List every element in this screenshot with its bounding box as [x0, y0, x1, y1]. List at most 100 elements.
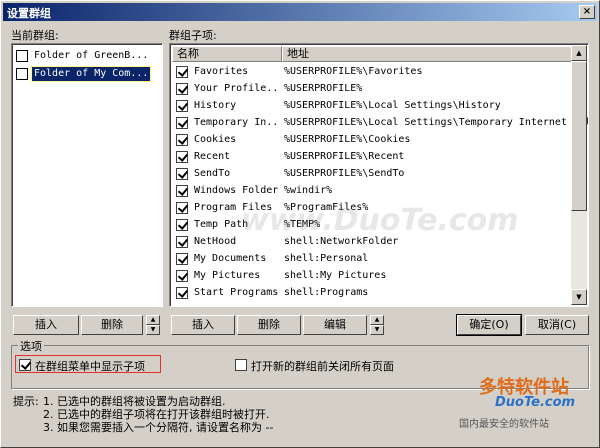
item-name: Windows Folder [194, 185, 278, 196]
tips-prefix: 提示: [13, 395, 39, 408]
subitem-delete-button[interactable]: 删除 [237, 315, 301, 335]
move-down-button[interactable]: ▼ [370, 325, 384, 335]
group-list[interactable]: Folder of GreenB... Folder of My Com... [11, 43, 163, 307]
group-subitems-label: 群组子项: [169, 29, 217, 42]
list-item[interactable]: Start Programs shell:Programs [172, 285, 572, 302]
group-order-spinner[interactable]: ▲ ▼ [146, 315, 160, 335]
window-title: 设置群组 [7, 7, 51, 20]
item-checkbox[interactable] [176, 100, 188, 112]
show-subitems-label: 在群组菜单中显示子项 [35, 360, 145, 373]
move-down-button[interactable]: ▼ [146, 325, 160, 335]
list-item[interactable]: Favorites %USERPROFILE%\Favorites [172, 64, 572, 81]
item-path: %windir% [284, 185, 333, 196]
item-checkbox[interactable] [176, 185, 188, 197]
scroll-thumb[interactable] [571, 61, 587, 211]
item-checkbox[interactable] [176, 219, 188, 231]
item-name: My Documents [194, 253, 267, 264]
triangle-up-icon: ▲ [576, 49, 582, 57]
list-item[interactable]: SendTo %USERPROFILE%\SendTo [172, 166, 572, 183]
title-bar: 设置群组 × [3, 3, 597, 21]
item-checkbox[interactable] [176, 236, 188, 248]
list-item[interactable]: History %USERPROFILE%\Local Settings\Hist… [172, 98, 572, 115]
watermark-logo: 多特软件站 DuoTe.com 国内最安全的软件站 [455, 373, 591, 433]
item-checkbox[interactable] [176, 270, 188, 282]
item-path: shell:Programs [284, 287, 369, 298]
triangle-up-icon: ▲ [374, 316, 380, 323]
scroll-down-button[interactable]: ▼ [571, 289, 587, 305]
list-item[interactable]: Temporary In... %USERPROFILE%\Local Setti… [172, 115, 588, 132]
list-item[interactable]: My Pictures shell:My Pictures [172, 268, 572, 285]
close-icon: × [582, 6, 592, 17]
item-name: SendTo [194, 168, 231, 179]
group-list-item-selected[interactable]: Folder of My Com... [16, 66, 156, 82]
group-delete-button[interactable]: 删除 [81, 315, 143, 335]
group-name: Folder of GreenB... [34, 50, 149, 61]
group-checkbox[interactable] [16, 50, 28, 62]
item-checkbox[interactable] [176, 168, 188, 180]
current-groups-label: 当前群组: [11, 29, 59, 42]
item-checkbox[interactable] [176, 151, 188, 163]
item-name: Recent [194, 151, 231, 162]
list-item[interactable]: Recent %USERPROFILE%\Recent [172, 149, 572, 166]
item-checkbox[interactable] [176, 287, 188, 299]
item-checkbox[interactable] [176, 66, 188, 78]
item-path: %USERPROFILE%\Favorites [284, 66, 423, 77]
ok-button[interactable]: 确定(O) [456, 314, 522, 336]
item-path: %USERPROFILE%\Cookies [284, 134, 411, 145]
column-header-name-label: 名称 [177, 47, 199, 60]
group-checkbox[interactable] [16, 68, 28, 80]
item-checkbox[interactable] [176, 134, 188, 146]
list-item[interactable]: Windows Folder %windir% [172, 183, 572, 200]
item-name: Your Profile... [194, 83, 278, 94]
column-header-name[interactable]: 名称 [172, 46, 282, 62]
watermark-tagline: 国内最安全的软件站 [459, 419, 549, 430]
item-path: %USERPROFILE% [284, 83, 363, 94]
item-path: %USERPROFILE%\SendTo [284, 168, 405, 179]
list-item[interactable]: Your Profile... %USERPROFILE% [172, 81, 572, 98]
item-name: Favorites [194, 66, 249, 77]
tip-line: 3. 如果您需要插入一个分隔符, 请设置名称为 -- [43, 421, 274, 434]
close-all-option[interactable]: 打开新的群组前关闭所有页面 [235, 358, 415, 373]
move-up-button[interactable]: ▲ [146, 315, 160, 325]
close-button[interactable]: × [579, 5, 595, 19]
item-checkbox[interactable] [176, 117, 188, 129]
group-insert-button[interactable]: 插入 [13, 315, 79, 335]
column-header-address[interactable]: 地址 [282, 46, 572, 62]
triangle-down-icon: ▼ [150, 326, 156, 333]
item-path: %USERPROFILE%\Local Settings\Temporary I… [284, 117, 589, 128]
list-item[interactable]: My Documents shell:Personal [172, 251, 572, 268]
subitem-list[interactable]: 名称 地址 Favorites %USERPROFILE%\Favorites Y… [169, 43, 589, 307]
list-item[interactable]: Cookies %USERPROFILE%\Cookies [172, 132, 572, 149]
subitem-insert-button[interactable]: 插入 [171, 315, 235, 335]
cancel-button[interactable]: 取消(C) [525, 315, 589, 335]
item-name: Start Programs [194, 287, 278, 298]
scroll-up-button[interactable]: ▲ [571, 45, 587, 61]
watermark-center: www.DuoTe.com [241, 203, 519, 238]
subitem-order-spinner[interactable]: ▲ ▼ [370, 315, 384, 335]
item-name: Temporary In... [194, 117, 278, 128]
group-settings-dialog: 设置群组 × 当前群组: 群组子项: Folder of GreenB... F… [0, 0, 600, 448]
item-path: %USERPROFILE%\Local Settings\History [284, 100, 501, 111]
group-list-item[interactable]: Folder of GreenB... [16, 48, 156, 64]
item-name: History [194, 100, 237, 111]
subitem-edit-button[interactable]: 编辑 [303, 315, 367, 335]
close-all-checkbox[interactable] [235, 359, 247, 371]
item-checkbox[interactable] [176, 202, 188, 214]
move-up-button[interactable]: ▲ [370, 315, 384, 325]
vertical-scrollbar[interactable]: ▲ ▼ [571, 45, 587, 305]
item-path: shell:Personal [284, 253, 369, 264]
item-name: My Pictures [194, 270, 261, 281]
close-all-label: 打开新的群组前关闭所有页面 [251, 360, 394, 373]
item-path: shell:My Pictures [284, 270, 387, 281]
item-checkbox[interactable] [176, 83, 188, 95]
show-subitems-checkbox[interactable] [19, 359, 31, 371]
item-name: Cookies [194, 134, 237, 145]
item-checkbox[interactable] [176, 253, 188, 265]
column-header-address-label: 地址 [287, 47, 309, 60]
options-legend: 选项 [18, 338, 44, 354]
triangle-down-icon: ▼ [576, 293, 582, 301]
show-subitems-option[interactable]: 在群组菜单中显示子项 [19, 358, 159, 373]
item-path: %USERPROFILE%\Recent [284, 151, 405, 162]
triangle-down-icon: ▼ [374, 326, 380, 333]
triangle-up-icon: ▲ [150, 316, 156, 323]
